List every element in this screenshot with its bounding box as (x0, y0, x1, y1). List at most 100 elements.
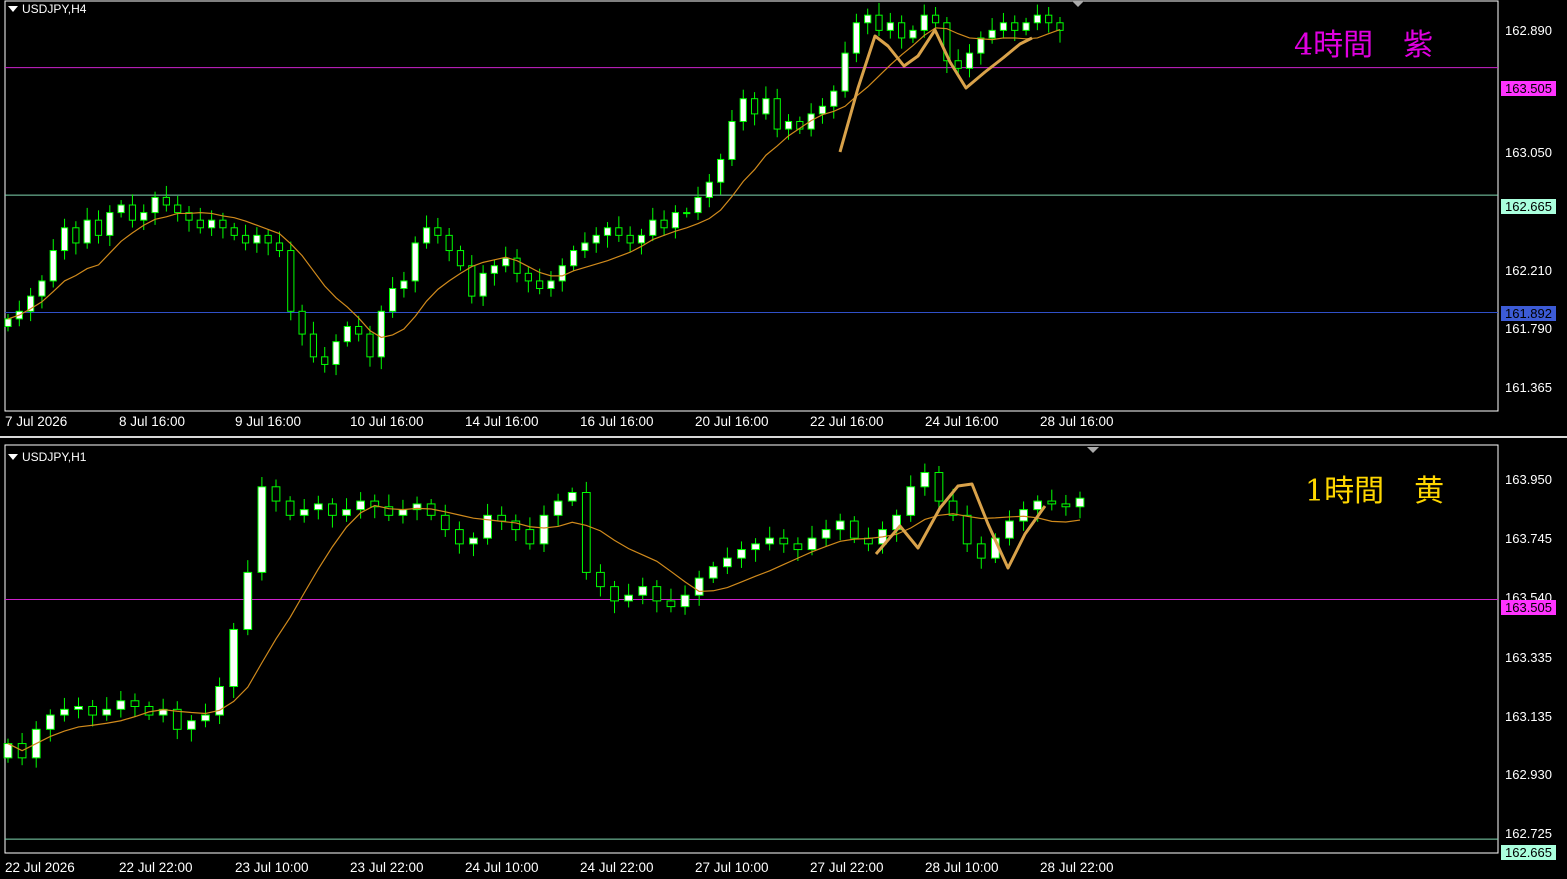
candle-body (567, 492, 577, 502)
candle-body (94, 219, 103, 236)
collapse-arrow-icon[interactable] (8, 6, 18, 12)
candle-body (398, 509, 408, 516)
candle-body (680, 594, 690, 608)
candle-body (638, 586, 648, 596)
candle-body (722, 557, 732, 568)
candle-body (483, 514, 492, 539)
price-level-badge: 163.505 (1501, 81, 1556, 96)
candle-body (830, 90, 838, 107)
candle-body (128, 204, 137, 221)
candle-body (962, 514, 972, 545)
candle-body (835, 520, 845, 531)
candle-body (931, 14, 940, 24)
candle-body (38, 280, 46, 297)
candle-body (116, 700, 126, 710)
candle-body (287, 250, 295, 312)
time-axis-label: 28 Jul 22:00 (1040, 860, 1114, 875)
candle-body (717, 158, 725, 183)
h1-chart-title: USDJPY,H1 (8, 450, 86, 464)
time-axis-label: 28 Jul 10:00 (925, 860, 999, 875)
candle-body (321, 356, 329, 365)
h1-symbol-label: USDJPY,H1 (22, 450, 87, 464)
candle-body (671, 212, 680, 229)
candle-body (898, 22, 906, 39)
pane-divider[interactable] (0, 436, 1567, 444)
h1-chart-pane[interactable]: USDJPY,H1 1時間 黄 163.950 163.745 163.540 163… (0, 444, 1567, 879)
price-level-badge: 162.665 (1501, 199, 1556, 214)
candle-body (988, 29, 996, 39)
h4-chart-title: USDJPY,H4 (8, 2, 86, 16)
candle-body (779, 537, 789, 545)
candle-body (456, 250, 465, 267)
candle-body (624, 594, 634, 602)
candle-body (275, 242, 284, 252)
candle-body (366, 333, 374, 358)
h4-chart-pane[interactable]: USDJPY,H4 4時間 紫 162.890 163.050 162.210 161… (0, 0, 1567, 436)
plot-frame (4, 444, 1499, 854)
h4-chart-canvas[interactable] (0, 0, 1567, 436)
price-axis-tick: 162.210 (1505, 263, 1552, 278)
candle-body (332, 341, 340, 365)
time-axis-label: 9 Jul 16:00 (235, 414, 302, 429)
candle-body (547, 280, 555, 290)
candle-body (377, 310, 385, 358)
price-axis-tick: 163.050 (1505, 145, 1552, 160)
candle-body (920, 14, 928, 31)
candle-body (219, 219, 227, 229)
candle-body (886, 22, 894, 31)
time-axis-label: 10 Jul 16:00 (350, 414, 424, 429)
zigzag-overlay (838, 28, 1033, 153)
candle-body (400, 280, 408, 290)
candle-body (909, 29, 917, 39)
price-axis-tick: 162.725 (1505, 826, 1552, 841)
candle-body (490, 265, 499, 274)
candle-body (1061, 503, 1071, 508)
candle-body (750, 98, 759, 115)
candle-body (328, 503, 337, 516)
candle-body (445, 234, 453, 252)
candle-body (74, 705, 83, 710)
price-axis-tick: 161.365 (1505, 380, 1552, 395)
candle-body (539, 514, 549, 545)
candle-body (4, 318, 12, 327)
candle-body (45, 714, 55, 730)
candle-body (737, 549, 746, 559)
candle-body (841, 52, 849, 92)
candle-body (592, 234, 600, 244)
candle-body (174, 204, 182, 214)
candle-body (762, 98, 770, 115)
candle-body (536, 280, 544, 290)
time-axis-label: 27 Jul 22:00 (810, 860, 884, 875)
candle-body (793, 543, 803, 551)
candle-body (83, 219, 91, 244)
candle-body (208, 219, 216, 229)
candle-body (784, 120, 793, 130)
candle-body (821, 529, 831, 539)
candle-body (3, 743, 13, 759)
time-axis-label: 28 Jul 16:00 (1040, 414, 1114, 429)
candle-body (977, 37, 985, 54)
candle-body (976, 543, 986, 559)
candle-body (864, 14, 872, 24)
time-axis-label: 16 Jul 16:00 (580, 414, 654, 429)
candle-body (999, 22, 1008, 31)
candle-body (1056, 22, 1064, 31)
price-level-badge: 163.505 (1501, 600, 1556, 615)
plot-frame (4, 0, 1499, 412)
zigzag-overlay (874, 482, 1047, 570)
collapse-arrow-icon[interactable] (8, 454, 18, 460)
candle-body (569, 250, 578, 267)
candle-body (1019, 509, 1028, 522)
candle-body (497, 514, 507, 522)
candle-body (230, 227, 238, 236)
candle-body (309, 333, 318, 358)
candle-body (253, 234, 261, 244)
time-axis-label: 27 Jul 10:00 (695, 860, 769, 875)
candle-body (694, 577, 704, 596)
candle-body (88, 705, 98, 716)
price-axis-tick: 163.745 (1505, 531, 1552, 546)
candle-body (1005, 520, 1014, 539)
candle-body (434, 227, 442, 236)
candle-body (172, 708, 182, 730)
candle-body (342, 509, 351, 516)
